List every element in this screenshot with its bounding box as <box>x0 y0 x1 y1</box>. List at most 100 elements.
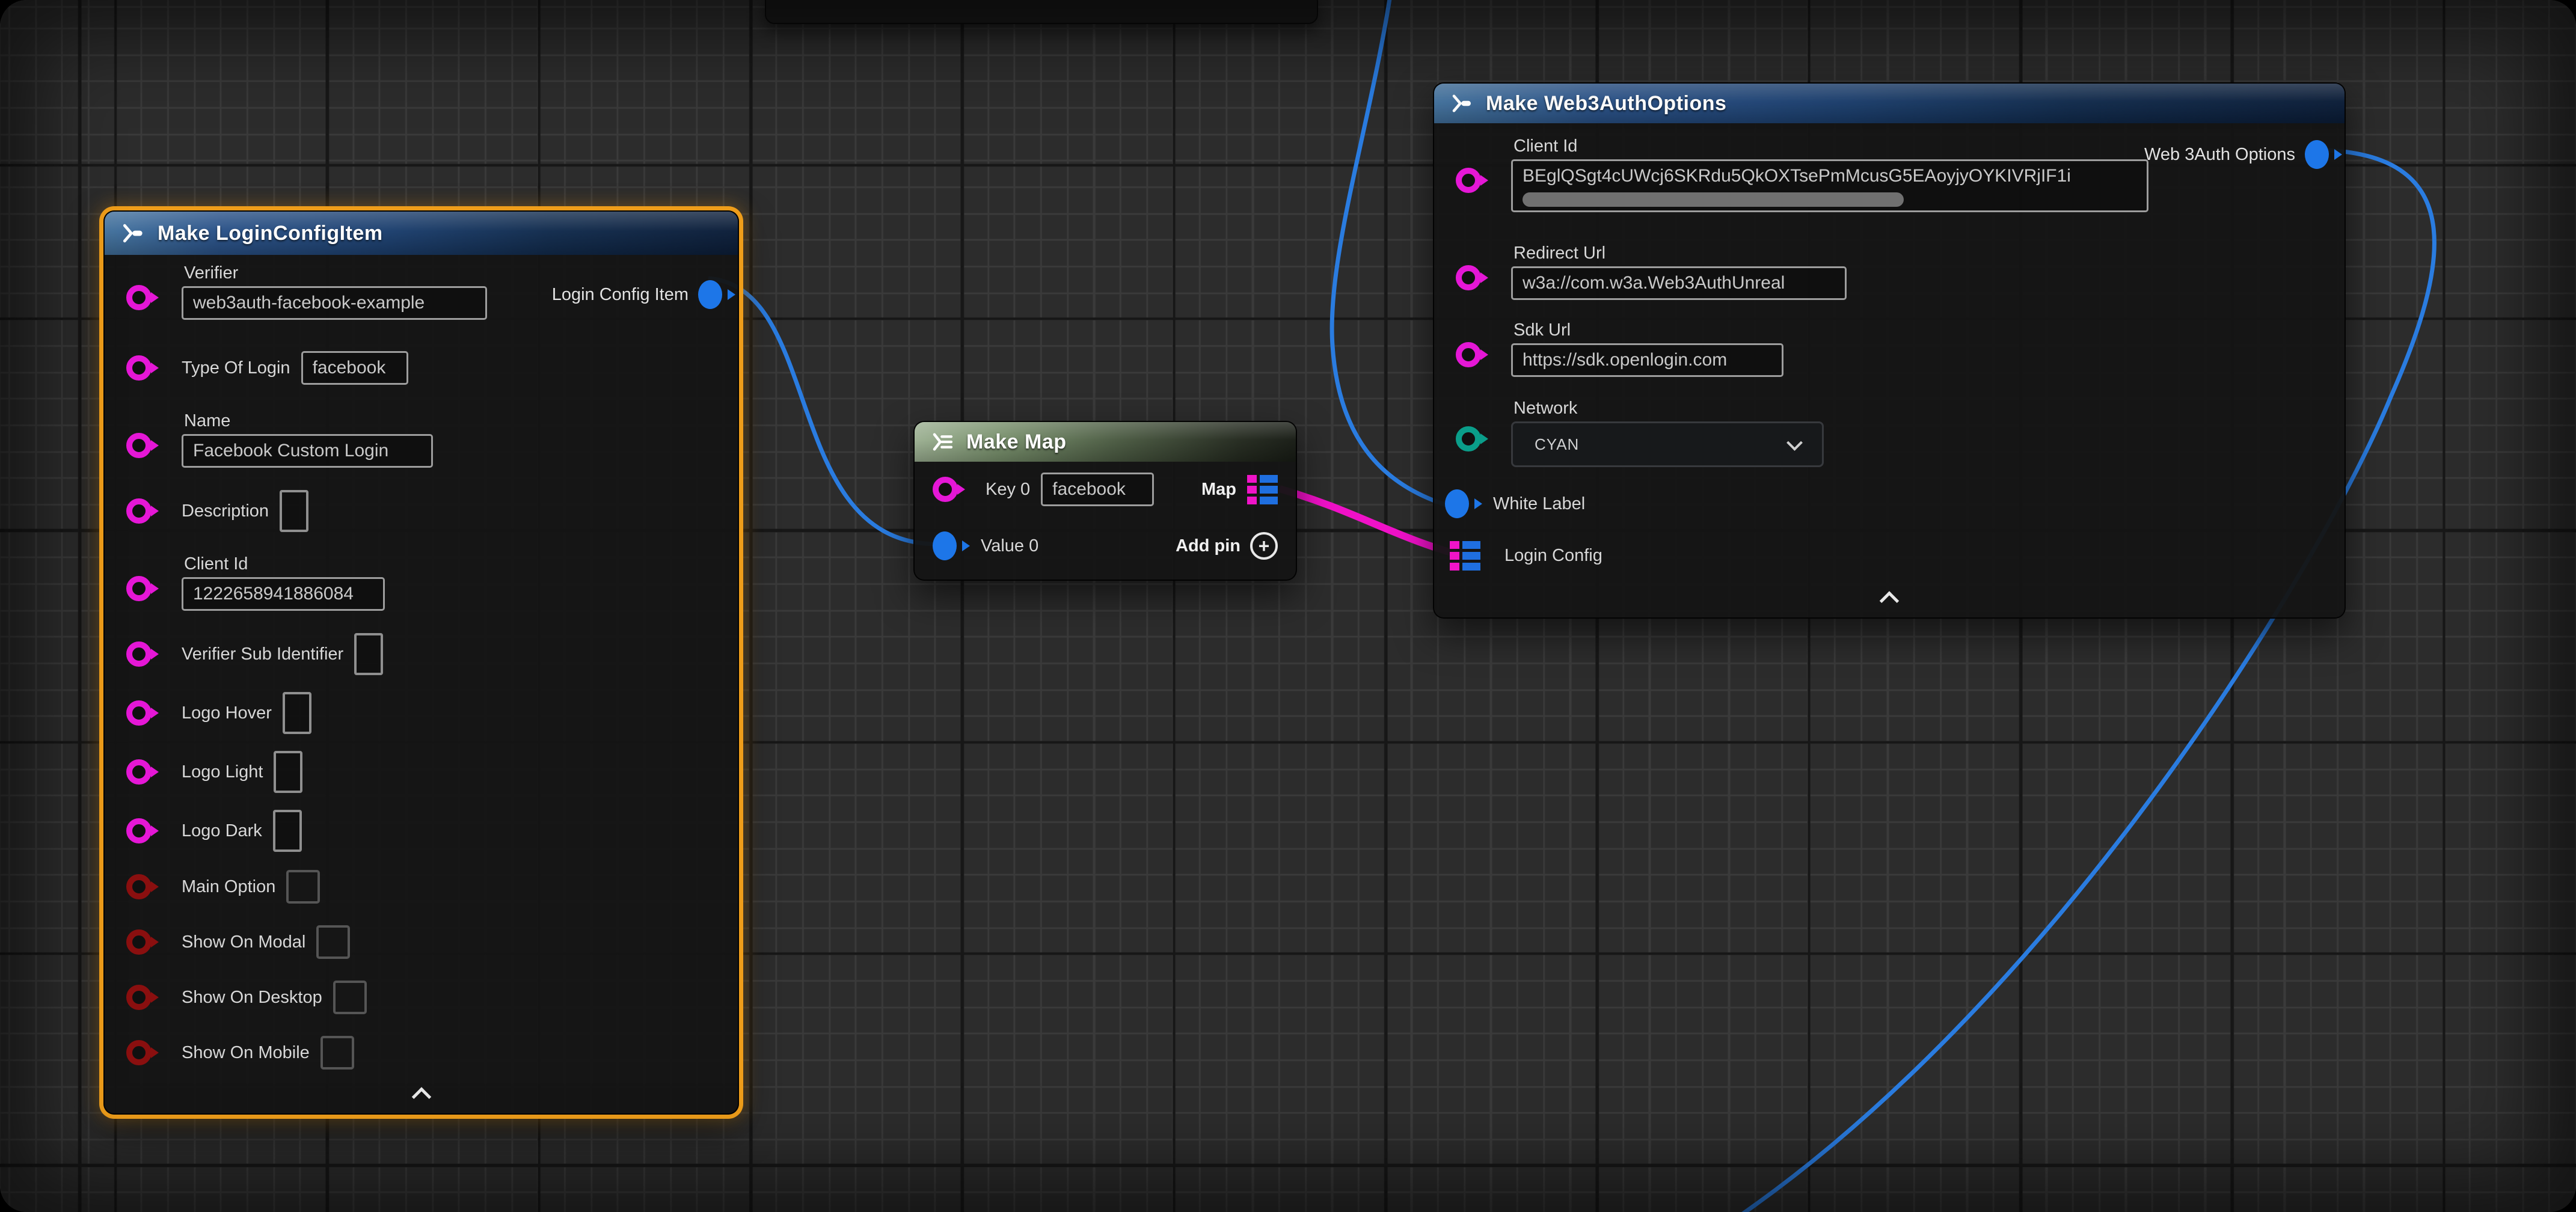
output-pin-label: Web 3Auth Options <box>2144 145 2295 165</box>
show-on-desktop-pin[interactable] <box>126 985 152 1010</box>
show-on-modal-pin[interactable] <box>126 929 152 955</box>
verifier-sub-identifier-field[interactable] <box>354 633 383 675</box>
verifier-field[interactable]: web3auth-facebook-example <box>182 286 487 320</box>
redirect-url-field[interactable]: w3a://com.w3a.Web3AuthUnreal <box>1511 266 1847 300</box>
make-struct-icon <box>120 220 147 246</box>
key0-field[interactable]: facebook <box>1041 473 1154 506</box>
show-on-mobile-label: Show On Mobile <box>182 1043 310 1063</box>
node-header[interactable]: Make Web3AuthOptions <box>1434 84 2344 123</box>
wire-loginconfigitem-to-value0[interactable] <box>708 278 936 544</box>
logo-light-pin[interactable] <box>126 759 152 785</box>
type-of-login-label: Type Of Login <box>182 358 290 378</box>
show-on-mobile-checkbox[interactable] <box>320 1036 354 1070</box>
main-option-checkbox[interactable] <box>286 870 320 904</box>
row-client-id: Client Id 1222658941886084 <box>105 554 738 611</box>
row-network: Network CYAN <box>1434 399 2344 467</box>
collapse-node-button[interactable] <box>1883 594 1897 608</box>
chevron-up-icon <box>411 1087 431 1107</box>
row-value0-addpin: Value 0 Add pin + <box>915 527 1296 565</box>
show-on-desktop-label: Show On Desktop <box>182 988 322 1008</box>
show-on-mobile-pin[interactable] <box>126 1040 152 1065</box>
row-show-on-desktop: Show On Desktop <box>105 980 738 1015</box>
chevron-up-icon <box>1880 591 1900 611</box>
value0-pin[interactable] <box>933 531 957 560</box>
client-id-label: Client Id <box>184 554 385 574</box>
login-config-pin[interactable] <box>1450 541 1480 571</box>
type-of-login-field[interactable]: facebook <box>301 351 408 385</box>
description-field[interactable] <box>280 490 308 532</box>
redirect-url-pin[interactable] <box>1456 265 1481 290</box>
collapse-node-button[interactable] <box>414 1090 428 1104</box>
network-label: Network <box>1513 399 1824 418</box>
logo-hover-pin[interactable] <box>126 700 152 726</box>
node-make-map[interactable]: Make Map Key 0 facebook Map <box>913 421 1297 581</box>
node-make-loginconfigitem[interactable]: Make LoginConfigItem Login Config Item V… <box>103 210 739 1115</box>
sdk-url-pin[interactable] <box>1456 342 1481 367</box>
sdk-url-label: Sdk Url <box>1513 320 1783 340</box>
verifier-pin[interactable] <box>126 285 152 310</box>
logo-dark-pin[interactable] <box>126 818 152 843</box>
sdk-url-field[interactable]: https://sdk.openlogin.com <box>1511 343 1783 377</box>
node-make-web3authoptions[interactable]: Make Web3AuthOptions Web 3Auth Options C… <box>1433 82 2346 619</box>
row-login-config: Login Config <box>1434 538 2344 573</box>
map-output-label: Map <box>1201 480 1236 500</box>
node-title: Make Map <box>966 430 1067 454</box>
main-option-pin[interactable] <box>126 874 152 899</box>
network-pin[interactable] <box>1456 426 1481 451</box>
key0-pin[interactable] <box>933 477 958 502</box>
description-pin[interactable] <box>126 498 152 524</box>
client-id-field-scrollbar[interactable] <box>1523 192 1904 207</box>
type-of-login-pin[interactable] <box>126 355 152 381</box>
redirect-url-label: Redirect Url <box>1513 243 1847 263</box>
name-pin[interactable] <box>126 433 152 458</box>
show-on-desktop-checkbox[interactable] <box>333 981 367 1014</box>
row-logo-dark: Logo Dark <box>105 812 738 850</box>
logo-hover-label: Logo Hover <box>182 703 272 723</box>
row-show-on-modal: Show On Modal <box>105 925 738 960</box>
map-output-pin[interactable] <box>1247 475 1278 504</box>
web3auth-options-output-pin[interactable] <box>2305 140 2329 169</box>
node-header[interactable]: Make LoginConfigItem <box>105 212 738 255</box>
name-field[interactable]: Facebook Custom Login <box>182 434 433 468</box>
network-dropdown[interactable]: CYAN <box>1511 421 1824 467</box>
row-sdk-url: Sdk Url https://sdk.openlogin.com <box>1434 320 2344 377</box>
logo-hover-field[interactable] <box>283 692 311 734</box>
row-description: Description <box>105 492 738 530</box>
client-id-field[interactable]: 1222658941886084 <box>182 577 385 611</box>
node-title: Make Web3AuthOptions <box>1486 92 1726 115</box>
value0-label: Value 0 <box>981 536 1038 556</box>
logo-dark-field[interactable] <box>273 810 302 852</box>
row-verifier-sub-identifier: Verifier Sub Identifier <box>105 635 738 673</box>
client-id-text: BEglQSgt4cUWcj6SKRdu5QkOXTsePmMcusG5EAoy… <box>1523 166 2137 186</box>
key0-label: Key 0 <box>986 480 1030 500</box>
row-logo-light: Logo Light <box>105 753 738 791</box>
row-key0-map: Key 0 facebook Map <box>915 470 1296 509</box>
node-title: Make LoginConfigItem <box>158 222 383 245</box>
row-logo-hover: Logo Hover <box>105 694 738 732</box>
show-on-modal-checkbox[interactable] <box>316 925 350 959</box>
row-redirect-url: Redirect Url w3a://com.w3a.Web3AuthUnrea… <box>1434 243 2344 300</box>
offscreen-node-bottom-edge[interactable] <box>765 0 1318 24</box>
description-label: Description <box>182 501 269 521</box>
main-option-label: Main Option <box>182 877 275 897</box>
client-id-field[interactable]: BEglQSgt4cUWcj6SKRdu5QkOXTsePmMcusG5EAoy… <box>1511 159 2148 212</box>
plus-circle-icon: + <box>1250 532 1278 560</box>
row-type-of-login: Type Of Login facebook <box>105 349 738 387</box>
white-label-pin[interactable] <box>1445 489 1469 518</box>
verifier-label: Verifier <box>184 263 487 283</box>
logo-light-field[interactable] <box>274 751 302 793</box>
row-white-label: White Label <box>1434 486 2344 521</box>
blueprint-graph-canvas[interactable]: Make LoginConfigItem Login Config Item V… <box>0 0 2576 1212</box>
output-login-config-item: Login Config Item <box>552 280 722 309</box>
row-name: Name Facebook Custom Login <box>105 411 738 468</box>
client-id-label: Client Id <box>1513 136 2148 156</box>
make-struct-icon <box>1450 91 1475 116</box>
add-pin-button[interactable]: Add pin + <box>1176 532 1278 560</box>
row-main-option: Main Option <box>105 869 738 904</box>
verifier-sub-identifier-pin[interactable] <box>126 641 152 667</box>
client-id-pin[interactable] <box>1456 168 1481 193</box>
node-header[interactable]: Make Map <box>915 422 1296 462</box>
output-pin-label: Login Config Item <box>552 285 688 305</box>
login-config-item-output-pin[interactable] <box>698 280 722 309</box>
client-id-pin[interactable] <box>126 576 152 601</box>
